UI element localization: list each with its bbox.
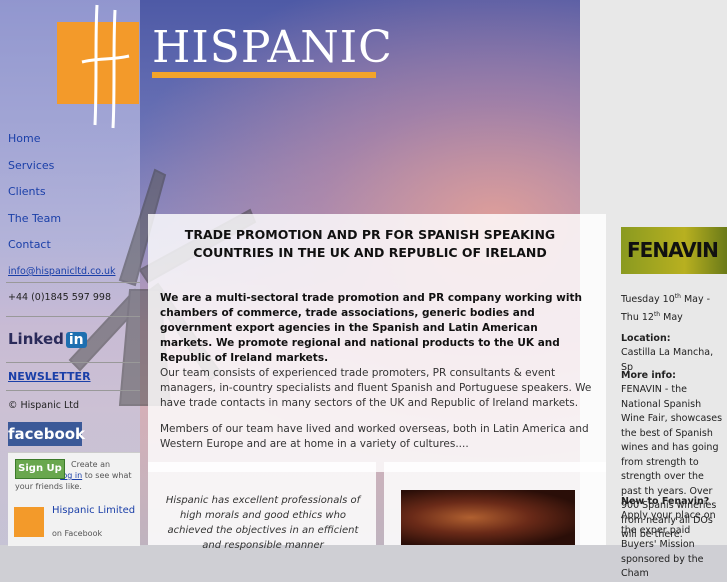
date-part: Tuesday 10: [621, 294, 675, 306]
facebook-like-box: Create an account or log in to see what …: [8, 452, 140, 546]
new-to-fenavin-label: New to Fenavin?: [621, 496, 710, 507]
location-label: Location:: [621, 333, 671, 344]
team-paragraph: Our team consists of experienced trade p…: [160, 367, 592, 409]
nav-contact[interactable]: Contact: [0, 232, 140, 259]
fb-page-name[interactable]: Hispanic Limited: [52, 505, 135, 517]
main-nav: Home Services Clients The Team Contact: [0, 126, 140, 259]
fb-page-thumbnail[interactable]: [14, 507, 44, 537]
nav-services[interactable]: Services: [0, 153, 140, 180]
nav-home[interactable]: Home: [0, 126, 140, 153]
fb-signup-button[interactable]: Sign Up: [15, 459, 65, 479]
fenavin-banner[interactable]: FENAVIN: [621, 227, 727, 274]
linkedin-text: Linked: [8, 330, 64, 348]
linkedin-in-icon: in: [65, 332, 87, 348]
nav-clients[interactable]: Clients: [0, 179, 140, 206]
phone-number: +44 (0)1845 597 998: [8, 292, 112, 303]
email-link[interactable]: info@hispanicltd.co.uk: [8, 266, 116, 277]
divider: [6, 390, 140, 391]
new-to-fenavin-text: Apply your place on the exper paid Buyer…: [621, 510, 716, 579]
logo-h-icon: [81, 4, 130, 129]
intro-paragraph: We are a multi-sectoral trade promotion …: [160, 292, 582, 364]
wine-glass-image: [401, 490, 575, 545]
newsletter-link[interactable]: NEWSLETTER: [8, 370, 91, 383]
testimonial-quote: Hispanic has excellent professionals of …: [165, 495, 361, 551]
date-part: May: [660, 311, 683, 323]
copyright: © Hispanic Ltd: [8, 400, 80, 411]
members-paragraph: Members of our team have lived and worke…: [160, 423, 589, 450]
brand-name: HISPANIC: [152, 22, 393, 73]
fb-page-on: on Facebook: [52, 529, 103, 538]
facebook-badge[interactable]: facebook: [8, 422, 85, 446]
divider: [6, 362, 140, 363]
more-info-label: More info:: [621, 370, 676, 381]
divider: [6, 282, 140, 283]
linkedin-button[interactable]: Linked in: [8, 330, 87, 348]
page-title: TRADE PROMOTION AND PR FOR SPANISH SPEAK…: [184, 227, 556, 260]
event-date: Tuesday 10th May - Thu 12th May: [621, 290, 727, 325]
brand-underline: [152, 72, 376, 78]
nav-the-team[interactable]: The Team: [0, 206, 140, 233]
divider: [6, 316, 140, 317]
